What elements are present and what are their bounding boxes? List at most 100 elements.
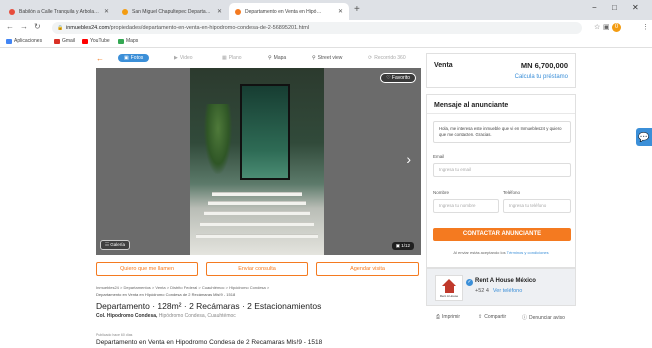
person-icon: ⚲: [312, 55, 316, 61]
description-title: Departamento en Venta en Hipodromo Conde…: [96, 339, 323, 346]
name-label: Nombre: [433, 190, 450, 195]
send-inquiry-button[interactable]: Enviar consulta: [206, 262, 308, 276]
listing-address: Col. Hipodromo Condesa, Hipódromo Condes…: [96, 313, 236, 319]
tab-street-view[interactable]: ⚲ Street view: [312, 55, 342, 61]
bookmark-maps[interactable]: Maps: [118, 38, 138, 44]
stair-step: [204, 211, 310, 215]
close-icon[interactable]: ✕: [338, 8, 343, 15]
maximize-button[interactable]: □: [612, 3, 617, 12]
apps-grid-icon: [6, 38, 12, 44]
published-date: Publicado hace 60 días: [96, 333, 133, 337]
price-card: Venta MN 6,700,000 Calcula tu préstamo: [426, 53, 576, 88]
chevron-right-icon[interactable]: ›: [406, 151, 411, 167]
gmail-icon: [54, 38, 60, 44]
bookmark-apps[interactable]: Aplicaciones: [6, 38, 42, 44]
price-value: MN 6,700,000: [520, 61, 568, 70]
photo-gallery[interactable]: ♡ Favorito › ☷ Galería ▣ 1/12: [96, 68, 421, 255]
email-field[interactable]: Ingresa tu email: [433, 163, 571, 177]
schedule-visit-button[interactable]: Agendar visita: [316, 262, 419, 276]
message-textarea[interactable]: Hola, me interesa este inmueble que vi e…: [433, 121, 571, 143]
media-toolbar: ← ▣ Fotos ▶ Video ▦ Plano ⚲ Mapa ⚲ Street vie…: [96, 53, 426, 67]
rotate-360-icon: ⟳: [368, 55, 373, 61]
stair-step: [200, 222, 314, 226]
reload-icon[interactable]: ↻: [34, 22, 41, 31]
agent-card: Rent A House ✓ Rent A House México +52 4…: [426, 268, 576, 306]
stair-step: [208, 201, 306, 205]
minimize-button[interactable]: −: [592, 3, 597, 12]
bookmark-youtube[interactable]: YouTube: [82, 38, 110, 44]
glass-door: [240, 84, 290, 180]
terms-link[interactable]: Términos y condiciones: [507, 250, 549, 255]
listing-headline: Departamento · 128m² · 2 Recámaras · 2 E…: [96, 301, 322, 311]
new-tab-button[interactable]: +: [354, 4, 360, 15]
maps-pin-icon: [118, 38, 124, 44]
report-button[interactable]: ⓘ Denunciar aviso: [522, 314, 565, 322]
tab-video[interactable]: ▶ Video: [174, 55, 193, 61]
close-window-button[interactable]: ✕: [632, 3, 639, 12]
floorplan-icon: ▦: [222, 55, 227, 61]
camera-icon: ▣: [124, 55, 129, 61]
breadcrumb-current: Departamento en Venta en Hipódromo Conde…: [96, 292, 236, 297]
plant: [204, 104, 232, 174]
favorite-button[interactable]: ♡ Favorito: [380, 73, 416, 83]
agent-phone: +52 4 Ver teléfono: [475, 288, 523, 294]
name-field[interactable]: Ingresa tu nombre: [433, 199, 499, 213]
star-icon[interactable]: ☆: [594, 23, 600, 31]
gallery-button[interactable]: ☷ Galería: [100, 240, 131, 250]
share-icon: ⇪: [478, 314, 483, 320]
forward-arrow-icon[interactable]: →: [20, 22, 28, 31]
tab-fotos[interactable]: ▣ Fotos: [118, 54, 150, 62]
browser-tab[interactable]: Babilón a Calle Tranquila y Arbola… ✕: [3, 3, 115, 20]
terms-text: Al enviar estás aceptando los Términos y…: [453, 250, 549, 255]
show-phone-link[interactable]: Ver teléfono: [493, 288, 522, 294]
extension-icon[interactable]: ▣: [603, 23, 610, 31]
youtube-icon: [82, 38, 88, 44]
divider: [427, 113, 575, 114]
menu-icon[interactable]: ⋮: [642, 23, 649, 31]
stair-step: [196, 234, 318, 238]
warning-icon: ⓘ: [522, 315, 528, 321]
back-arrow-icon[interactable]: ←: [6, 22, 14, 31]
bookmark-gmail[interactable]: Gmail: [54, 38, 75, 44]
contact-form: Mensaje al anunciante Hola, me interesa …: [426, 94, 576, 268]
profile-avatar[interactable]: 0: [612, 23, 621, 32]
tab-favicon-icon: [9, 8, 15, 15]
tab-favicon-icon: [235, 8, 241, 15]
chat-icon[interactable]: 💬: [636, 128, 652, 146]
contact-advertiser-button[interactable]: CONTACTAR ANUNCIANTE: [433, 228, 571, 241]
video-icon: ▶: [174, 55, 178, 61]
photo-counter: ▣ 1/12: [391, 242, 414, 250]
close-icon[interactable]: ✕: [104, 8, 109, 15]
agent-logo[interactable]: Rent A House ✓: [435, 275, 473, 301]
print-button[interactable]: ⎙ Imprimir: [436, 314, 460, 320]
browser-tab[interactable]: San Miguel Chapultepec Departa… ✕: [116, 3, 228, 20]
phone-label: Teléfono: [503, 190, 521, 195]
address-bar-row: ← → ↻ 🔒 inmuebles24.com/propiedades/depa…: [0, 20, 652, 36]
tab-plano[interactable]: ▦ Plano: [222, 55, 242, 61]
price-label: Venta: [434, 62, 453, 69]
tab-recorrido-360[interactable]: ⟳ Recorrido 360: [368, 55, 406, 61]
house-icon: [445, 286, 454, 293]
tab-favicon-icon: [122, 8, 128, 15]
breadcrumb[interactable]: Inmuebles24 > Departamentos > Venta > Di…: [96, 285, 269, 290]
request-call-button[interactable]: Quiero que me llamen: [96, 262, 198, 276]
bookmarks-bar: Aplicaciones Gmail YouTube Maps: [0, 36, 652, 48]
close-icon[interactable]: ✕: [217, 8, 222, 15]
browser-tab-bar: Babilón a Calle Tranquila y Arbola… ✕ Sa…: [0, 0, 652, 20]
map-pin-icon: ⚲: [268, 55, 272, 61]
share-button[interactable]: ⇪ Compartir: [478, 314, 506, 320]
stair-step: [212, 192, 302, 196]
house-roof-icon: [442, 279, 456, 286]
loan-calculator-link[interactable]: Calcula tu préstamo: [515, 74, 568, 80]
url-input[interactable]: 🔒 inmuebles24.com/propiedades/departamen…: [52, 22, 582, 34]
verified-check-icon: ✓: [466, 279, 473, 286]
phone-field[interactable]: Ingresa tu teléfono: [503, 199, 571, 213]
back-arrow-icon[interactable]: ←: [96, 54, 104, 63]
lock-icon: 🔒: [57, 25, 64, 31]
email-label: Email: [433, 154, 445, 159]
browser-tab-active[interactable]: Departamento en Venta en Hipó… ✕: [229, 3, 349, 20]
contact-form-title: Mensaje al anunciante: [434, 102, 509, 109]
tab-mapa[interactable]: ⚲ Mapa: [268, 55, 286, 61]
agent-name[interactable]: Rent A House México: [475, 278, 536, 284]
print-icon: ⎙: [436, 314, 441, 320]
